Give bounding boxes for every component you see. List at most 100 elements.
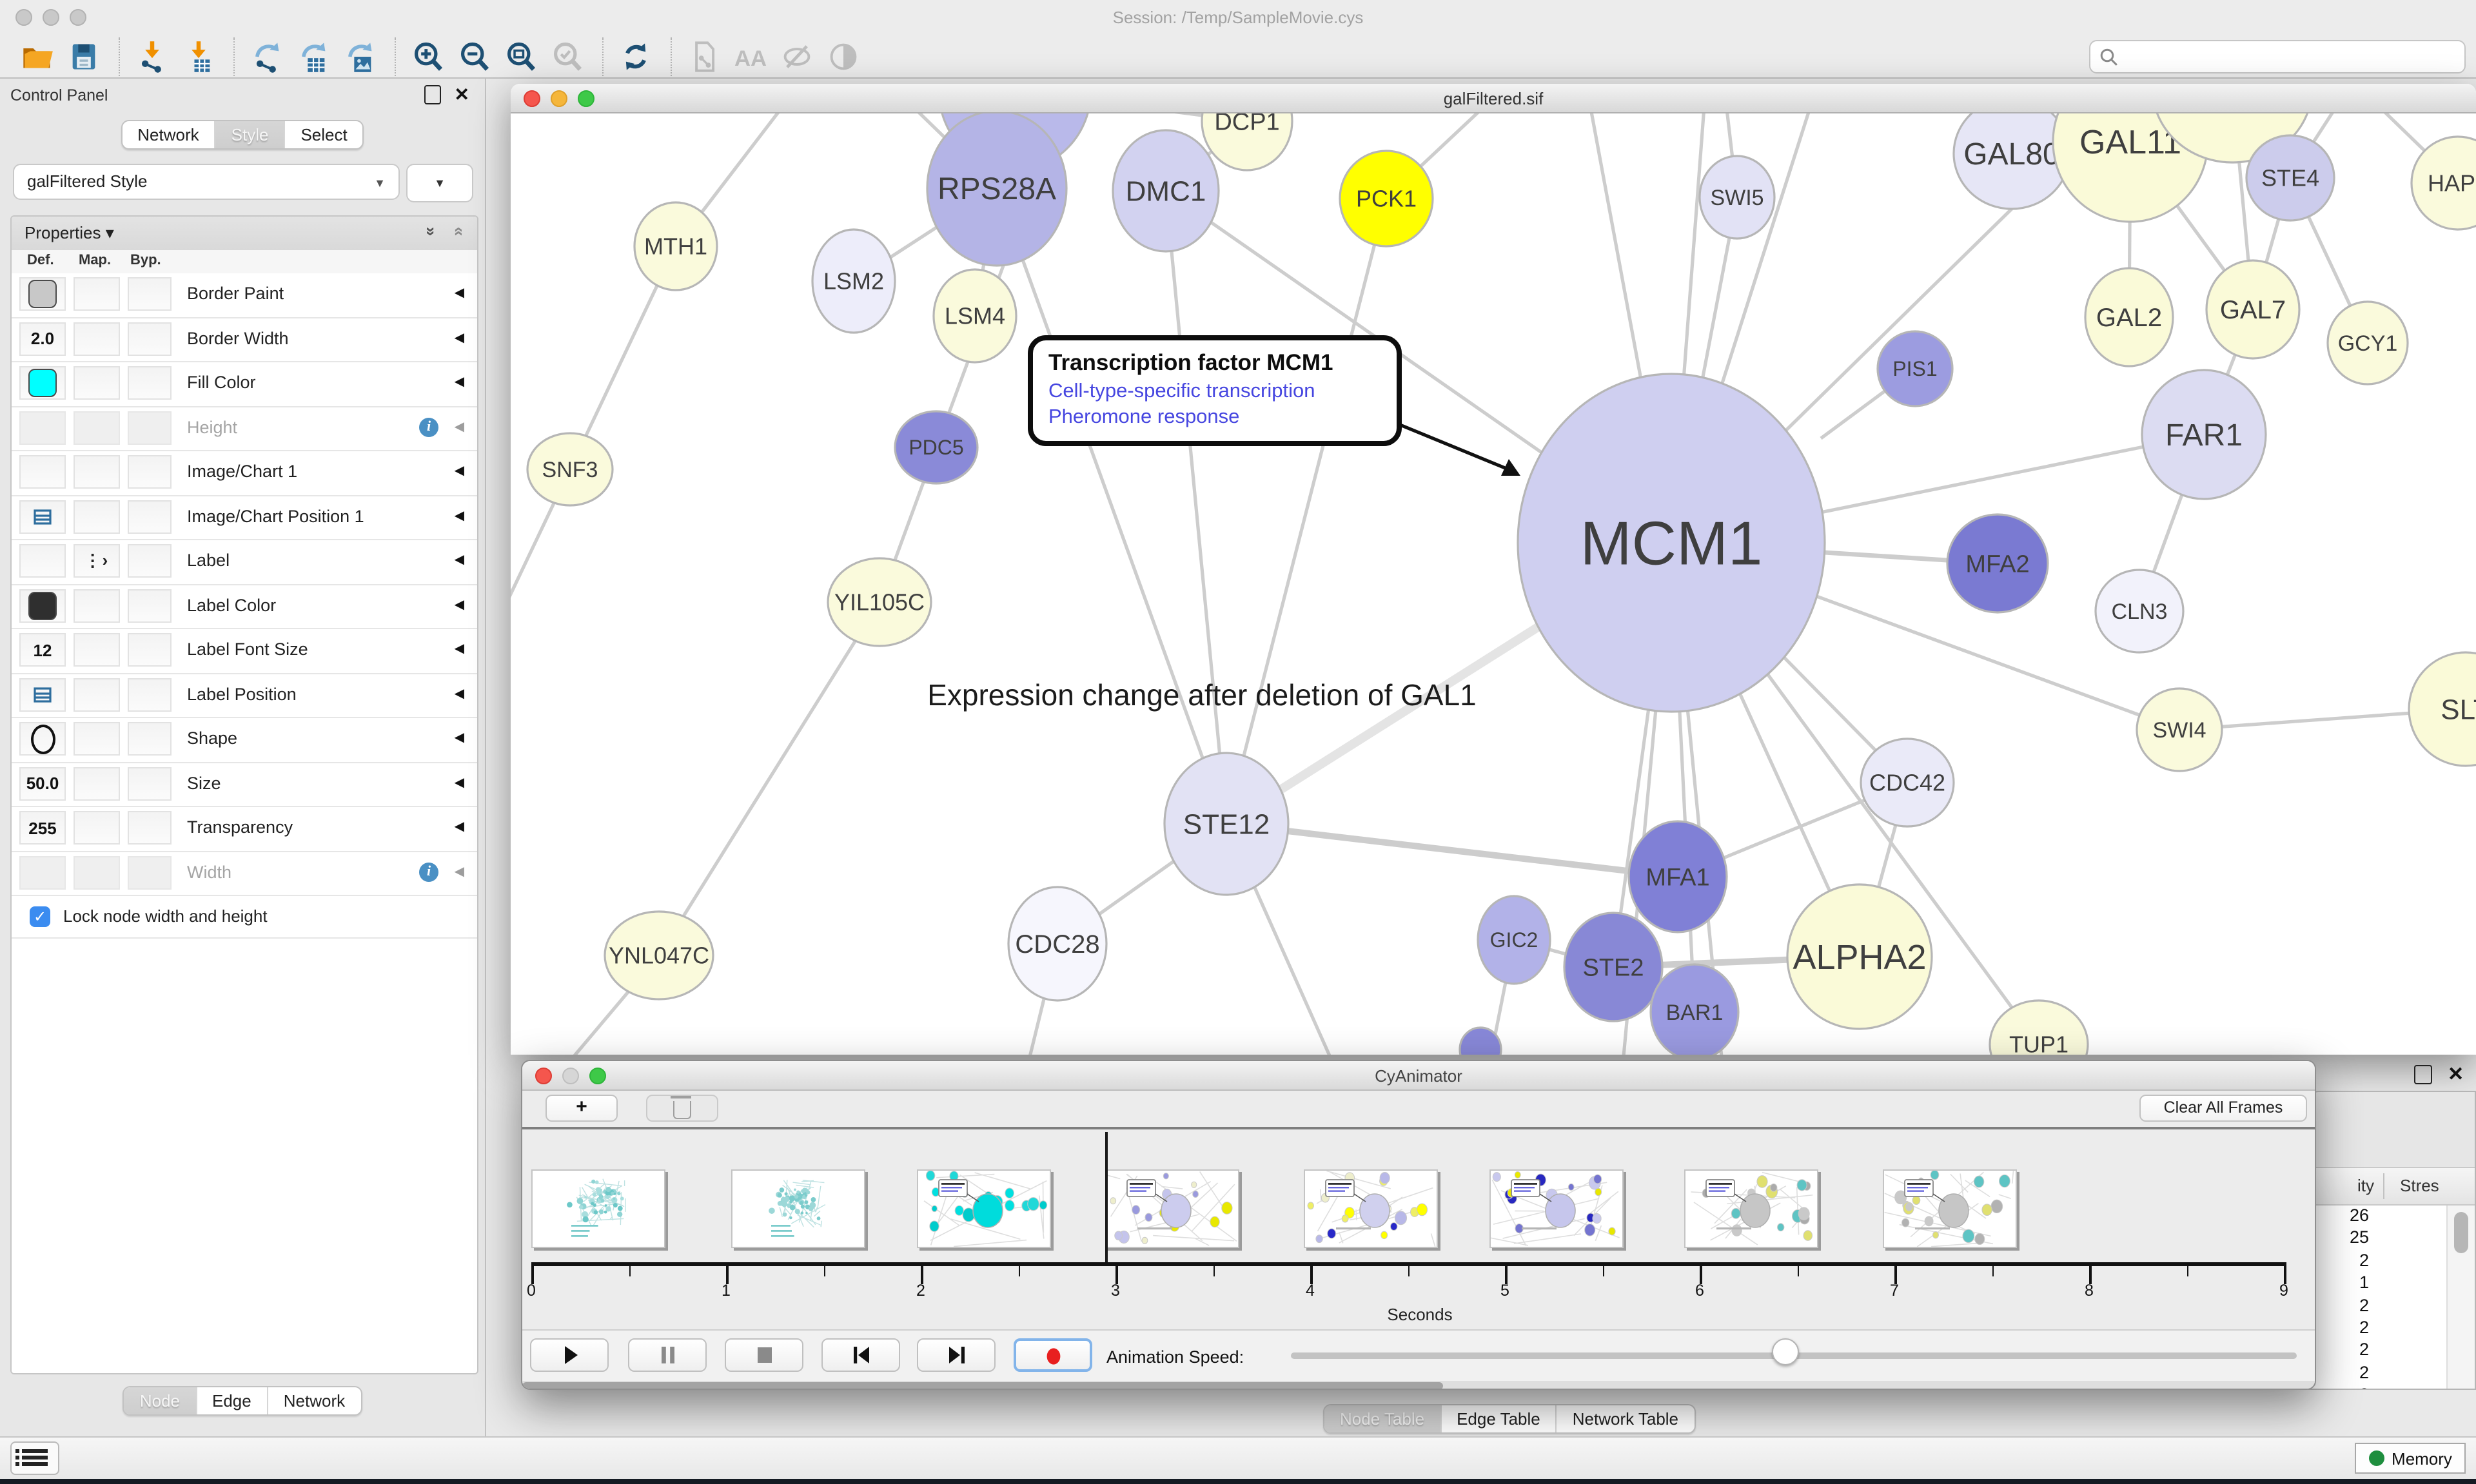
annotation-button[interactable]: AA (731, 37, 772, 75)
mapping-cell[interactable] (74, 766, 120, 800)
default-value-cell[interactable] (19, 277, 66, 311)
property-row-size[interactable]: 50.0Size◀ (12, 763, 477, 807)
property-row-height[interactable]: Heighti◀ (12, 407, 477, 451)
status-menu-button[interactable] (10, 1441, 59, 1475)
properties-header[interactable]: Properties ▾ » » (12, 217, 477, 251)
open-session-button[interactable] (18, 37, 59, 75)
mapping-cell[interactable] (74, 722, 120, 756)
mapping-cell[interactable] (74, 633, 120, 667)
default-value-cell[interactable] (19, 366, 66, 400)
frame-thumbnail-2[interactable] (917, 1169, 1051, 1248)
playhead[interactable] (1106, 1132, 1108, 1262)
node-DMC1[interactable]: DMC1 (1113, 130, 1219, 251)
tab-edge[interactable]: Edge (195, 1387, 267, 1414)
node-SWI4[interactable]: SWI4 (2137, 688, 2222, 771)
bypass-cell[interactable] (128, 322, 172, 355)
frame-thumbnail-3[interactable] (1105, 1169, 1239, 1248)
search-box[interactable] (2089, 40, 2466, 73)
export-network-button[interactable] (248, 37, 289, 75)
expand-row-icon[interactable]: ◀ (455, 687, 464, 701)
frame-thumbnail-4[interactable] (1304, 1169, 1438, 1248)
node-GIC2[interactable]: GIC2 (1478, 896, 1550, 984)
stop-button[interactable] (725, 1338, 803, 1372)
mapping-cell[interactable] (74, 277, 120, 311)
expand-row-icon[interactable]: ◀ (455, 464, 464, 478)
bypass-cell[interactable] (128, 500, 172, 533)
expand-row-icon[interactable]: ◀ (455, 553, 464, 567)
expand-row-icon[interactable]: ◀ (455, 509, 464, 523)
lock-dimensions-row[interactable]: ✓Lock node width and height (12, 896, 477, 939)
bypass-cell[interactable] (128, 589, 172, 622)
node-FAR1[interactable]: FAR1 (2142, 370, 2266, 499)
style-combo[interactable]: galFiltered Style ▼ (13, 164, 400, 200)
node-STE4[interactable]: STE4 (2246, 135, 2334, 220)
node-TUP1[interactable]: TUP1 (1990, 1001, 2088, 1055)
node-STE2[interactable]: STE2 (1564, 913, 1662, 1021)
tab-style[interactable]: Style (215, 121, 284, 148)
bypass-cell[interactable] (128, 366, 172, 400)
annotation-link[interactable]: Pheromone response (1048, 406, 1381, 429)
bypass-cell[interactable] (128, 766, 172, 800)
tab-node[interactable]: Node (124, 1387, 195, 1414)
expand-row-icon[interactable]: ◀ (455, 642, 464, 656)
bypass-cell[interactable] (128, 678, 172, 711)
network-canvas[interactable]: DCP1RPS28ADMC1PCK1MTH1LSM2LSM4SWI5GAL80G… (511, 113, 2476, 1055)
info-icon[interactable]: i (419, 862, 438, 881)
add-frame-button[interactable]: + (545, 1095, 618, 1122)
node-LSM2[interactable]: LSM2 (812, 229, 895, 333)
property-row-label-position[interactable]: Label Position◀ (12, 674, 477, 718)
property-row-fill-color[interactable]: Fill Color◀ (12, 362, 477, 407)
pause-button[interactable] (628, 1338, 707, 1372)
default-value-cell[interactable] (19, 722, 66, 756)
network-file-button[interactable] (685, 37, 726, 75)
speed-slider-knob[interactable] (1772, 1338, 1799, 1365)
expand-all-icon[interactable]: » (422, 227, 441, 236)
scrollbar-thumb[interactable] (522, 1382, 1443, 1390)
expand-row-icon[interactable]: ◀ (455, 820, 464, 834)
zoom-in-button[interactable] (409, 37, 450, 75)
bypass-cell[interactable] (128, 855, 172, 889)
node-PDC5[interactable]: PDC5 (895, 411, 978, 483)
property-row-border-width[interactable]: 2.0Border Width◀ (12, 318, 477, 362)
table-cell-value[interactable]: 2 (2310, 1385, 2369, 1390)
tab-network[interactable]: Network (122, 121, 214, 148)
float-panel-icon[interactable] (2414, 1065, 2432, 1084)
node-CDC42[interactable]: CDC42 (1861, 739, 1954, 826)
tab-edge-table[interactable]: Edge Table (1440, 1405, 1556, 1432)
node-ALPHA2[interactable]: ALPHA2 (1787, 884, 1932, 1029)
bypass-cell[interactable] (128, 544, 172, 578)
table-cell-value[interactable]: 2 (2310, 1318, 2369, 1340)
node-MFA2[interactable]: MFA2 (1947, 514, 2048, 612)
bypass-cell[interactable] (128, 633, 172, 667)
node-STE12[interactable]: STE12 (1164, 753, 1288, 895)
table-cell-value[interactable]: 2 (2310, 1295, 2369, 1318)
default-value-cell[interactable] (19, 411, 66, 444)
node-MFA1[interactable]: MFA1 (1629, 821, 1727, 932)
expand-row-icon[interactable]: ◀ (455, 864, 464, 879)
tab-node-table[interactable]: Node Table (1324, 1405, 1440, 1432)
save-session-button[interactable] (64, 37, 106, 75)
table-scrollbar[interactable] (2446, 1206, 2476, 1390)
default-value-cell[interactable] (19, 500, 66, 533)
mapping-cell[interactable]: ⋮› (74, 544, 120, 578)
lock-checkbox[interactable]: ✓ (30, 906, 50, 927)
collapse-all-icon[interactable]: » (447, 227, 467, 236)
table-cell-value[interactable]: 2 (2310, 1340, 2369, 1363)
default-value-cell[interactable] (19, 455, 66, 489)
annotation-link[interactable]: Cell-type-specific transcription (1048, 380, 1381, 404)
expand-row-icon[interactable]: ◀ (455, 420, 464, 434)
clear-all-frames-button[interactable]: Clear All Frames (2139, 1095, 2307, 1122)
import-table-button[interactable] (179, 37, 221, 75)
node-GCY1[interactable]: GCY1 (2328, 302, 2408, 384)
column-header[interactable]: ity (2310, 1176, 2374, 1195)
property-row-width[interactable]: Widthi◀ (12, 852, 477, 896)
table-cell-value[interactable]: 2 (2310, 1251, 2369, 1273)
default-value-cell[interactable]: 50.0 (19, 766, 66, 800)
column-divider[interactable] (2383, 1173, 2384, 1199)
mapping-cell[interactable] (74, 322, 120, 355)
expand-row-icon[interactable]: ◀ (455, 286, 464, 300)
import-network-button[interactable] (133, 37, 174, 75)
bypass-cell[interactable] (128, 722, 172, 756)
skip-end-button[interactable] (917, 1338, 996, 1372)
node-MTH1[interactable]: MTH1 (634, 202, 717, 290)
